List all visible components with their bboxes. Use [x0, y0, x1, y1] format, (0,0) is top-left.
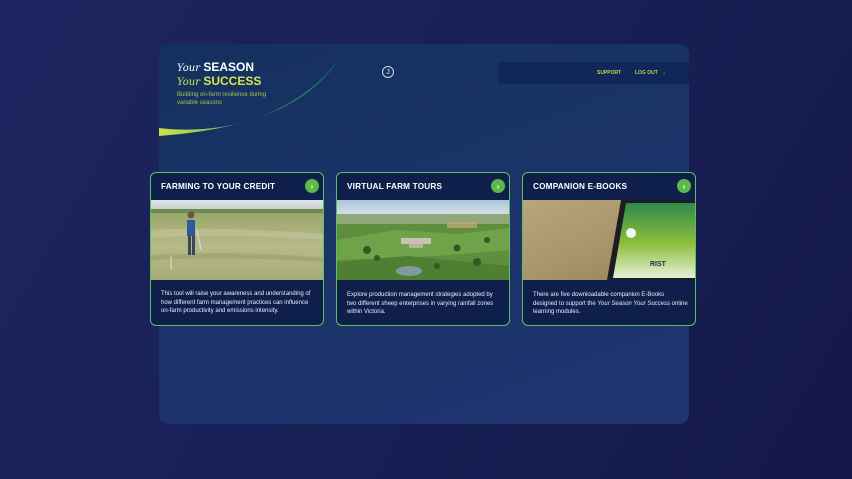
- logo-success: SUCCESS: [203, 74, 262, 88]
- ebook-tablet-photo: RIST: [523, 200, 695, 280]
- logo-your-2: Your: [177, 77, 200, 88]
- logo-your-1: Your: [177, 63, 200, 74]
- chevron-right-icon[interactable]: ›: [305, 179, 319, 193]
- card-title: FARMING TO YOUR CREDIT: [161, 182, 276, 191]
- card-title: VIRTUAL FARM TOURS: [347, 182, 443, 191]
- logo-season: SEASON: [203, 60, 255, 74]
- ebook-brand-text: RIST: [650, 261, 667, 268]
- card-virtual-farm-tours[interactable]: VIRTUAL FARM TOURS › Explore production …: [336, 172, 510, 326]
- card-description: This tool will raise your awareness and …: [161, 291, 311, 315]
- logout-link[interactable]: LOG OUT →: [635, 70, 666, 76]
- user-avatar[interactable]: J: [382, 66, 394, 78]
- card-description: Explore production management strategies…: [347, 292, 494, 316]
- card-companion-e-books[interactable]: COMPANION E-BOOKS › RIST There are five …: [522, 172, 696, 326]
- aerial-farm-photo: [337, 200, 509, 280]
- desc-em: Your Season Your Success: [597, 300, 670, 307]
- logout-label: LOG OUT: [635, 70, 658, 76]
- arrow-right-icon: →: [661, 70, 667, 76]
- chevron-right-icon[interactable]: ›: [491, 179, 505, 193]
- tagline: Building on-farm resilience during varia…: [177, 92, 267, 106]
- card-farming-to-your-credit[interactable]: FARMING TO YOUR CREDIT › This tool will …: [150, 172, 324, 326]
- card-description: There are five downloadable companion E-…: [533, 291, 689, 317]
- support-link[interactable]: SUPPORT: [597, 70, 621, 76]
- card-title: COMPANION E-BOOKS: [533, 182, 628, 191]
- chevron-right-icon[interactable]: ›: [677, 179, 691, 193]
- app-logo[interactable]: Your SEASON Your SUCCESS: [177, 61, 261, 89]
- farmer-field-photo: [151, 200, 323, 280]
